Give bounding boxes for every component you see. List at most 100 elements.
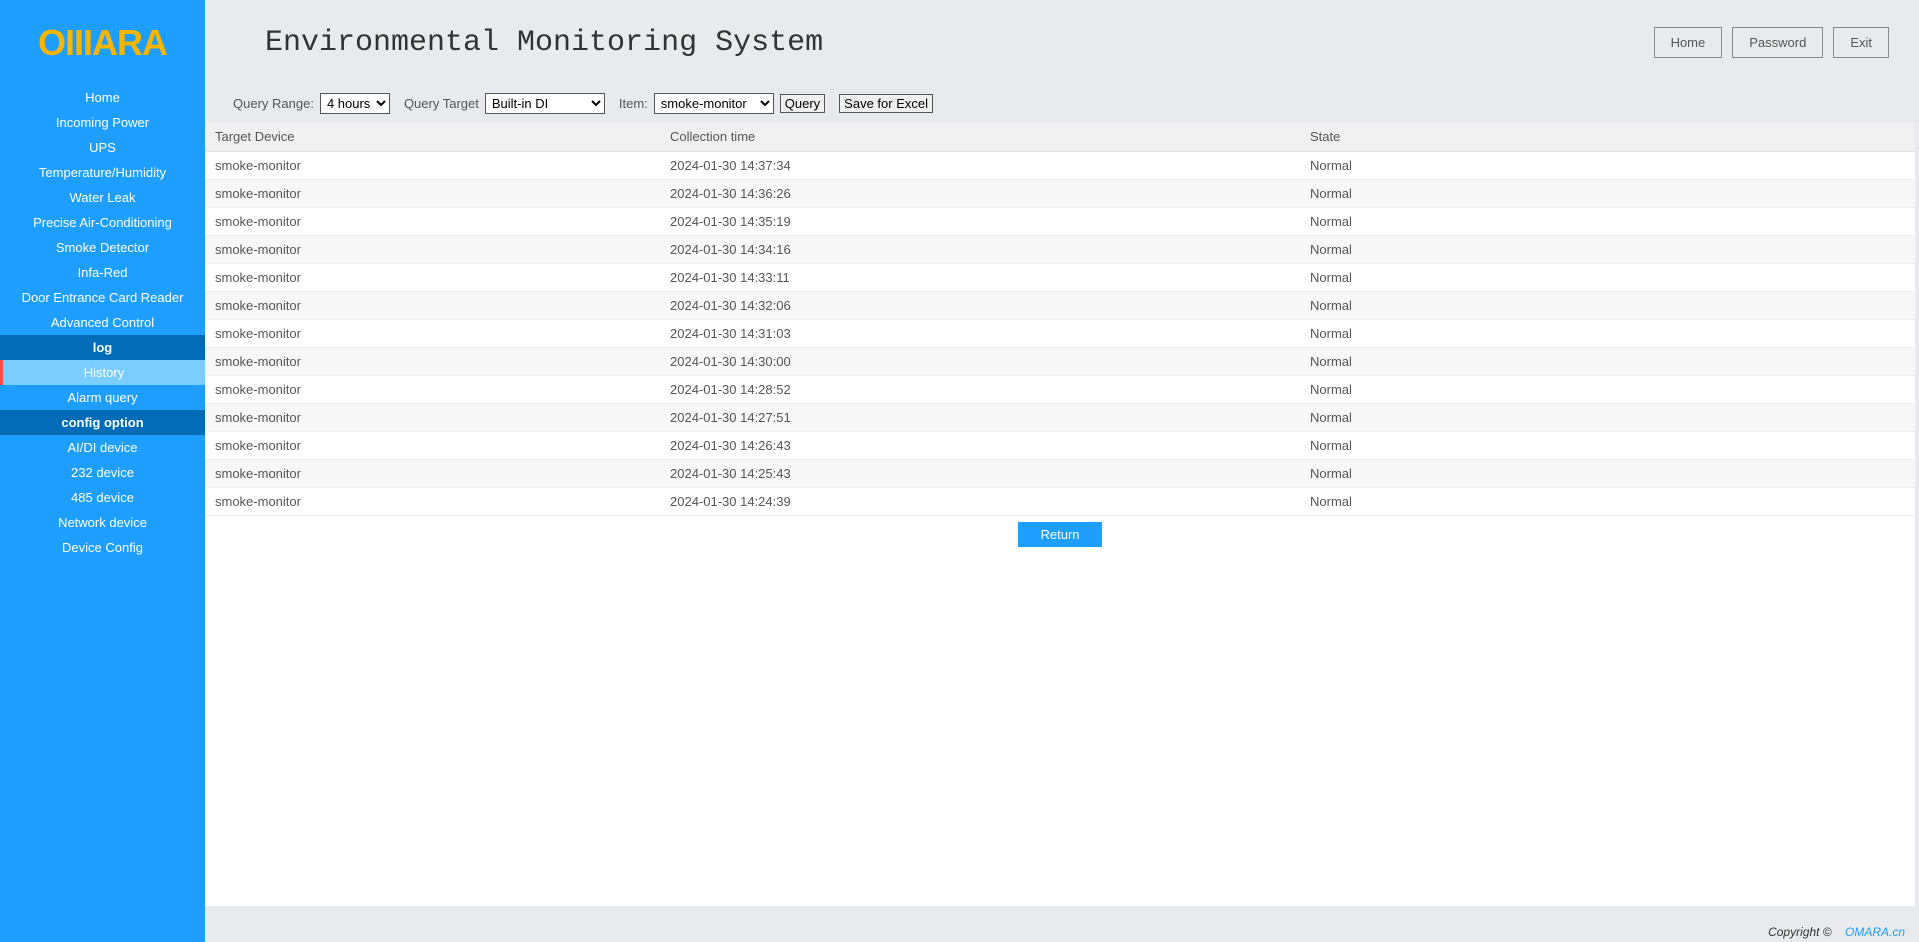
cell-state: Normal [1300,320,1915,348]
sidebar-item-home[interactable]: Home [0,85,205,110]
cell-device: smoke-monitor [205,320,660,348]
cell-state: Normal [1300,432,1915,460]
sidebar-item-alarm-query[interactable]: Alarm query [0,385,205,410]
sidebar-item-precise-air-conditioning[interactable]: Precise Air-Conditioning [0,210,205,235]
home-button[interactable]: Home [1654,27,1723,58]
cell-state: Normal [1300,376,1915,404]
footer: Copyright © OMARA.cn [205,922,1919,942]
query-range-select[interactable]: 4 hours [320,93,390,114]
password-button[interactable]: Password [1732,27,1823,58]
sidebar-item-history[interactable]: History [0,360,205,385]
cell-device: smoke-monitor [205,432,660,460]
cell-device: smoke-monitor [205,180,660,208]
sidebar-item-config-option[interactable]: config option [0,410,205,435]
table-row: smoke-monitor2024-01-30 14:24:39Normal [205,488,1915,516]
cell-device: smoke-monitor [205,152,660,180]
table-row: smoke-monitor2024-01-30 14:35:19Normal [205,208,1915,236]
return-button[interactable]: Return [1018,522,1101,547]
table-row: smoke-monitor2024-01-30 14:34:16Normal [205,236,1915,264]
table-footer: Return [205,516,1915,551]
cell-time: 2024-01-30 14:28:52 [660,376,1300,404]
cell-device: smoke-monitor [205,208,660,236]
table-row: smoke-monitor2024-01-30 14:32:06Normal [205,292,1915,320]
cell-device: smoke-monitor [205,376,660,404]
cell-state: Normal [1300,208,1915,236]
cell-time: 2024-01-30 14:30:00 [660,348,1300,376]
cell-state: Normal [1300,180,1915,208]
cell-time: 2024-01-30 14:36:26 [660,180,1300,208]
sidebar-item-ai-di-device[interactable]: AI/DI device [0,435,205,460]
header: Environmental Monitoring System Home Pas… [205,0,1919,85]
nav-list: HomeIncoming PowerUPSTemperature/Humidit… [0,85,205,560]
save-excel-button[interactable]: Save for Excel [839,94,933,113]
sidebar-item-232-device[interactable]: 232 device [0,460,205,485]
logo: OIIIARA [0,0,205,85]
sidebar-item-temperature-humidity[interactable]: Temperature/Humidity [0,160,205,185]
cell-device: smoke-monitor [205,404,660,432]
th-device: Target Device [205,122,660,152]
query-item-select[interactable]: smoke-monitor [654,93,774,114]
table-row: smoke-monitor2024-01-30 14:31:03Normal [205,320,1915,348]
query-bar: Query Range: 4 hours Query Target Built-… [205,85,1919,122]
cell-device: smoke-monitor [205,292,660,320]
sidebar-item-ups[interactable]: UPS [0,135,205,160]
cell-time: 2024-01-30 14:27:51 [660,404,1300,432]
table-row: smoke-monitor2024-01-30 14:26:43Normal [205,432,1915,460]
cell-time: 2024-01-30 14:37:34 [660,152,1300,180]
cell-time: 2024-01-30 14:35:19 [660,208,1300,236]
sidebar: OIIIARA HomeIncoming PowerUPSTemperature… [0,0,205,942]
sidebar-item-water-leak[interactable]: Water Leak [0,185,205,210]
th-state: State [1300,122,1915,152]
cell-device: smoke-monitor [205,460,660,488]
cell-state: Normal [1300,152,1915,180]
main-content: Environmental Monitoring System Home Pas… [205,0,1919,942]
table-row: smoke-monitor2024-01-30 14:28:52Normal [205,376,1915,404]
sidebar-item-smoke-detector[interactable]: Smoke Detector [0,235,205,260]
cell-state: Normal [1300,404,1915,432]
cell-time: 2024-01-30 14:26:43 [660,432,1300,460]
sidebar-item-485-device[interactable]: 485 device [0,485,205,510]
cell-time: 2024-01-30 14:31:03 [660,320,1300,348]
sidebar-item-infa-red[interactable]: Infa-Red [0,260,205,285]
data-table: Target Device Collection time State smok… [205,122,1915,516]
table-row: smoke-monitor2024-01-30 14:25:43Normal [205,460,1915,488]
table-scroll-area[interactable]: Target Device Collection time State smok… [205,122,1915,906]
sidebar-item-device-config[interactable]: Device Config [0,535,205,560]
page-title: Environmental Monitoring System [265,26,1654,60]
table-row: smoke-monitor2024-01-30 14:36:26Normal [205,180,1915,208]
th-time: Collection time [660,122,1300,152]
sidebar-item-advanced-control[interactable]: Advanced Control [0,310,205,335]
horizontal-scrollbar[interactable] [207,906,1917,922]
table-row: smoke-monitor2024-01-30 14:37:34Normal [205,152,1915,180]
exit-button[interactable]: Exit [1833,27,1889,58]
cell-device: smoke-monitor [205,488,660,516]
sidebar-item-door-entrance-card-reader[interactable]: Door Entrance Card Reader [0,285,205,310]
cell-time: 2024-01-30 14:33:11 [660,264,1300,292]
cell-state: Normal [1300,264,1915,292]
query-button[interactable]: Query [780,94,825,113]
header-buttons: Home Password Exit [1654,27,1889,58]
cell-state: Normal [1300,460,1915,488]
query-range-label: Query Range: [233,96,314,111]
cell-state: Normal [1300,348,1915,376]
query-target-select[interactable]: Built-in DI [485,93,605,114]
sidebar-item-log[interactable]: log [0,335,205,360]
query-item-label: Item: [619,96,648,111]
table-row: smoke-monitor2024-01-30 14:30:00Normal [205,348,1915,376]
footer-link[interactable]: OMARA.cn [1845,925,1905,939]
table-row: smoke-monitor2024-01-30 14:27:51Normal [205,404,1915,432]
cell-time: 2024-01-30 14:34:16 [660,236,1300,264]
cell-device: smoke-monitor [205,264,660,292]
cell-device: smoke-monitor [205,236,660,264]
cell-time: 2024-01-30 14:32:06 [660,292,1300,320]
cell-device: smoke-monitor [205,348,660,376]
cell-state: Normal [1300,236,1915,264]
cell-state: Normal [1300,292,1915,320]
sidebar-item-incoming-power[interactable]: Incoming Power [0,110,205,135]
copyright-text: Copyright © [1768,925,1832,939]
cell-time: 2024-01-30 14:24:39 [660,488,1300,516]
sidebar-item-network-device[interactable]: Network device [0,510,205,535]
table-row: smoke-monitor2024-01-30 14:33:11Normal [205,264,1915,292]
query-target-label: Query Target [404,96,479,111]
cell-time: 2024-01-30 14:25:43 [660,460,1300,488]
